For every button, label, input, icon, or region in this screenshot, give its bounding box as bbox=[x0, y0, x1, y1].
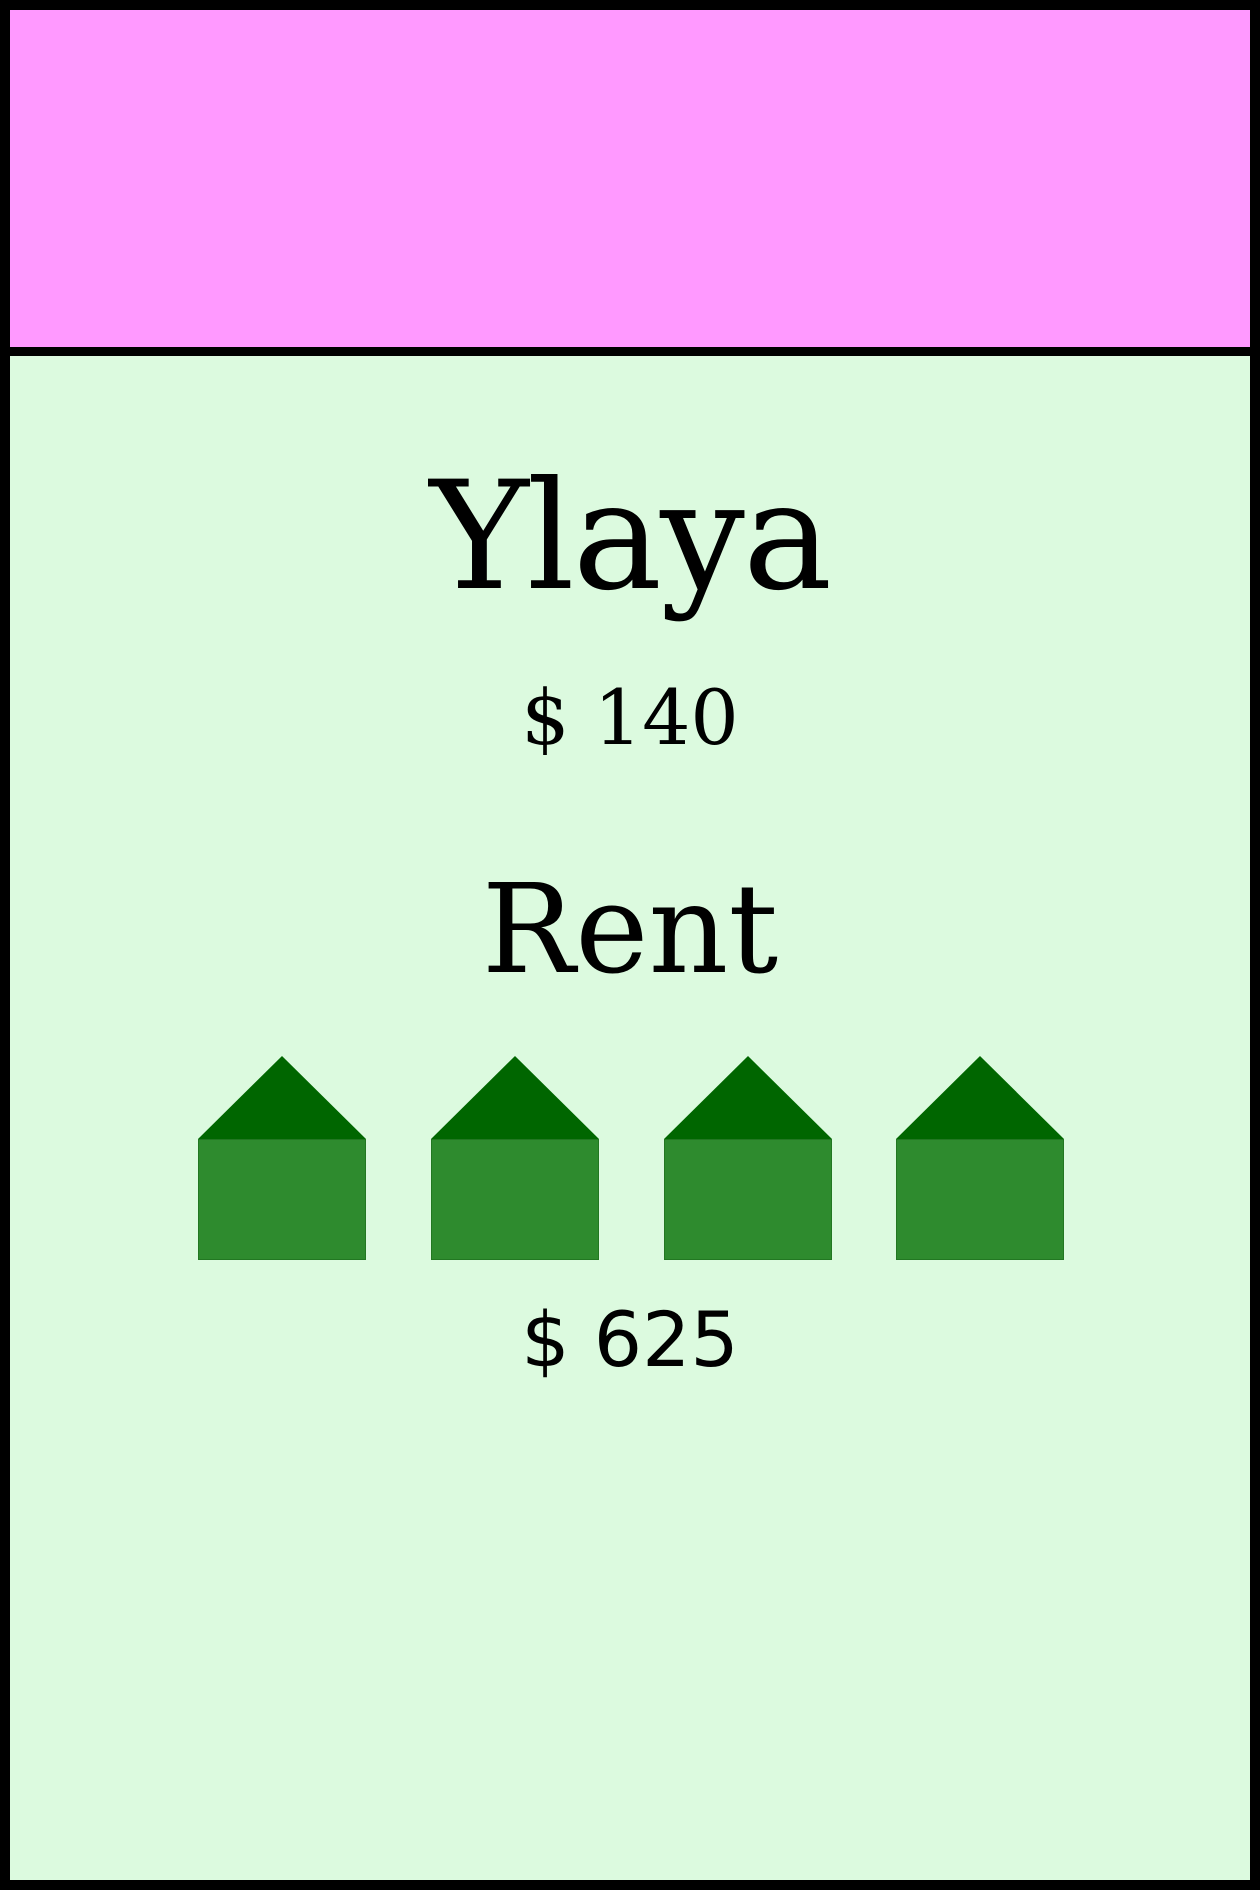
house-icon bbox=[431, 1056, 599, 1260]
house-body bbox=[896, 1139, 1064, 1260]
house-roof bbox=[664, 1056, 832, 1139]
house-icon bbox=[896, 1056, 1064, 1260]
house-roof bbox=[896, 1056, 1064, 1139]
house-body bbox=[198, 1139, 366, 1260]
property-card: Ylaya $ 140 Rent $ 625 bbox=[0, 0, 1260, 1890]
house-roof bbox=[431, 1056, 599, 1139]
house-body bbox=[431, 1139, 599, 1260]
rent-value: $ 625 bbox=[521, 1295, 739, 1384]
house-roof bbox=[198, 1056, 366, 1139]
house-icon bbox=[664, 1056, 832, 1260]
houses-row bbox=[10, 10, 1250, 1890]
house-body bbox=[664, 1139, 832, 1260]
house-icon bbox=[198, 1056, 366, 1260]
